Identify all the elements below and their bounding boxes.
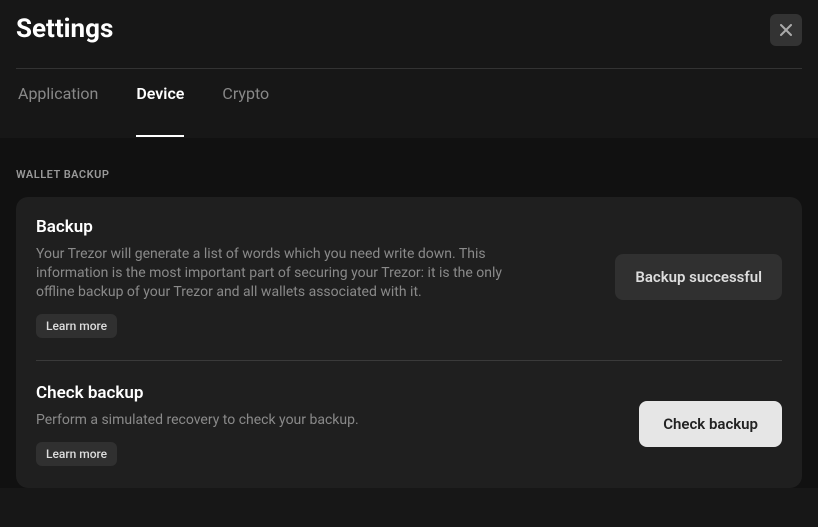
section-label-wallet-backup: WALLET BACKUP: [16, 138, 802, 197]
backup-status-badge: Backup successful: [615, 254, 782, 300]
check-backup-button[interactable]: Check backup: [639, 401, 782, 447]
card-divider: [36, 360, 782, 361]
close-icon: [780, 24, 792, 36]
tab-device[interactable]: Device: [136, 69, 184, 117]
close-button[interactable]: [770, 14, 802, 46]
wallet-backup-card: Backup Your Trezor will generate a list …: [16, 197, 802, 488]
check-backup-learn-more-link[interactable]: Learn more: [36, 442, 117, 466]
page-title: Settings: [16, 14, 113, 44]
check-backup-title: Check backup: [36, 383, 536, 403]
backup-title: Backup: [36, 217, 536, 237]
backup-learn-more-link[interactable]: Learn more: [36, 314, 117, 338]
tab-application[interactable]: Application: [18, 69, 98, 117]
tab-crypto[interactable]: Crypto: [222, 69, 269, 117]
check-backup-description: Perform a simulated recovery to check yo…: [36, 411, 536, 430]
settings-tabs: Application Device Crypto: [0, 69, 818, 117]
backup-description: Your Trezor will generate a list of word…: [36, 245, 536, 302]
